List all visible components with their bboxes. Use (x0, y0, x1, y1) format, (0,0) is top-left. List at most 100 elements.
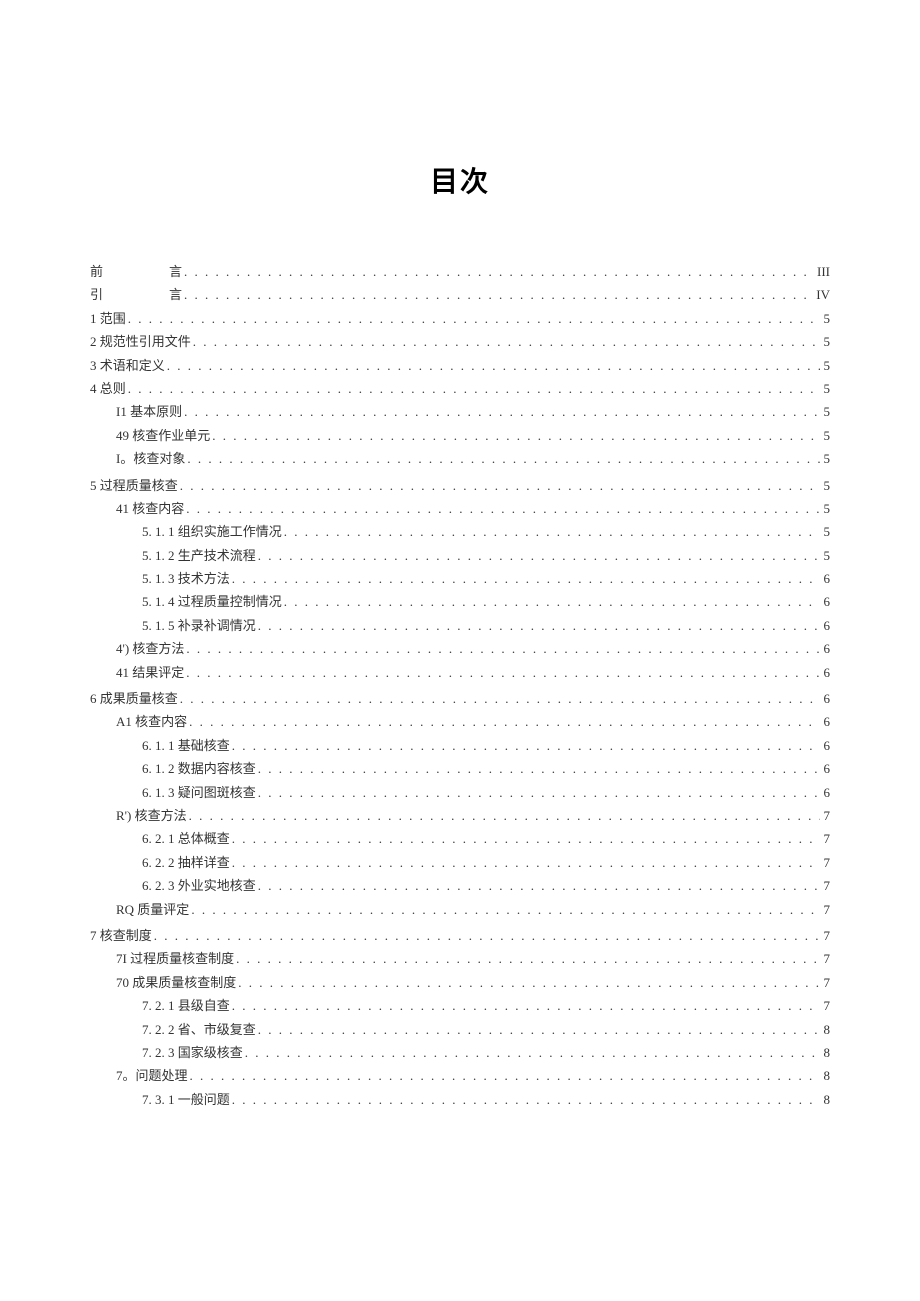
toc-leader (258, 1018, 820, 1041)
toc-label: 5. 1. 2 生产技术流程 (142, 544, 256, 567)
toc-label: 3 术语和定义 (90, 354, 165, 377)
toc-page-number: III (815, 260, 830, 283)
toc-leader (180, 474, 820, 497)
toc-page-number: 7 (822, 874, 831, 897)
toc-entry: 前言III (90, 260, 830, 283)
toc-page-number: 5 (822, 474, 831, 497)
table-of-contents: 前言III引言IV1 范围52 规范性引用文件53 术语和定义54 总则5I1 … (90, 260, 830, 1111)
toc-page-number: 6 (822, 614, 831, 637)
toc-label: 6. 1. 1 基础核查 (142, 734, 230, 757)
toc-leader (186, 637, 819, 660)
toc-leader (245, 1041, 820, 1064)
toc-page-number: 7 (822, 971, 831, 994)
toc-entry: 1 范围5 (90, 307, 830, 330)
toc-leader (167, 354, 820, 377)
toc-entry: I1 基本原则 5 (90, 400, 830, 423)
toc-page-number: 6 (822, 781, 831, 804)
toc-leader (258, 544, 820, 567)
toc-entry: 41 核查内容5 (90, 497, 830, 520)
toc-page-number: 6 (822, 590, 831, 613)
toc-entry: 5. 1. 2 生产技术流程 5 (90, 544, 830, 567)
toc-page-number: 5 (822, 544, 831, 567)
toc-leader (186, 661, 819, 684)
toc-page-number: 6 (822, 710, 831, 733)
toc-entry: 6. 2. 1 总体概查 7 (90, 827, 830, 850)
toc-page-number: 7 (822, 827, 831, 850)
toc-leader (232, 734, 820, 757)
toc-page-number: 6 (822, 637, 831, 660)
toc-leader (184, 400, 819, 423)
toc-label: 41 核查内容 (116, 497, 184, 520)
toc-label: 7. 3. 1 一般问题 (142, 1088, 230, 1111)
toc-leader (189, 710, 819, 733)
toc-entry: RQ 质量评定 7 (90, 898, 830, 921)
toc-label: 6. 2. 2 抽样详查 (142, 851, 230, 874)
toc-entry: R') 核查方法 7 (90, 804, 830, 827)
toc-label: 1 范围 (90, 307, 126, 330)
toc-leader (232, 994, 820, 1017)
toc-entry: 7. 2. 2 省、市级复查 8 (90, 1018, 830, 1041)
toc-leader (232, 851, 820, 874)
toc-entry: 5 过程质量核查 5 (90, 474, 830, 497)
toc-label: 6. 2. 1 总体概查 (142, 827, 230, 850)
toc-label: 7. 2. 3 国家级核查 (142, 1041, 243, 1064)
toc-label: 5. 1. 1 组织实施工作情况 (142, 520, 282, 543)
toc-label: I。核查对象 (116, 447, 185, 470)
toc-label: 7。问题处理 (116, 1064, 188, 1087)
toc-label: R') 核查方法 (116, 804, 187, 827)
toc-page-number: 5 (822, 377, 831, 400)
toc-label: 5. 1. 3 技术方法 (142, 567, 230, 590)
toc-entry: 引言IV (90, 283, 830, 306)
toc-label: 4 总则 (90, 377, 126, 400)
toc-entry: 5. 1. 1 组织实施工作情况5 (90, 520, 830, 543)
toc-entry: 7。问题处理8 (90, 1064, 830, 1087)
toc-page-number: 8 (822, 1088, 831, 1111)
toc-label: 7. 2. 2 省、市级复查 (142, 1018, 256, 1041)
toc-label: I1 基本原则 (116, 400, 182, 423)
toc-page-number: 5 (822, 354, 831, 377)
toc-leader (232, 827, 820, 850)
toc-page-number: 8 (822, 1018, 831, 1041)
toc-page-number: IV (814, 283, 830, 306)
toc-entry: 6. 1. 2 数据内容核查6 (90, 757, 830, 780)
toc-entry: 5. 1. 5 补录补调情况6 (90, 614, 830, 637)
toc-label: 引 (90, 283, 103, 306)
toc-entry: A1 核查内容6 (90, 710, 830, 733)
toc-entry: 5. 1. 3 技术方法6 (90, 567, 830, 590)
toc-leader (232, 567, 820, 590)
toc-entry: 7 核查制度 7 (90, 924, 830, 947)
toc-page-number: 5 (822, 424, 831, 447)
toc-entry: 4') 核查方法6 (90, 637, 830, 660)
toc-page-number: 6 (822, 734, 831, 757)
toc-page-number: 7 (822, 804, 831, 827)
toc-leader (189, 804, 820, 827)
toc-page-number: 5 (822, 400, 831, 423)
toc-leader (190, 1064, 820, 1087)
toc-label: RQ 质量评定 (116, 898, 189, 921)
toc-label: 6. 1. 3 疑问图斑核查 (142, 781, 256, 804)
toc-leader (284, 590, 820, 613)
toc-entry: 70 成果质量核查制度7 (90, 971, 830, 994)
toc-page-number: 7 (822, 898, 831, 921)
toc-leader (154, 924, 820, 947)
toc-label: 2 规范性引用文件 (90, 330, 191, 353)
toc-entry: 6. 2. 2 抽样详查7 (90, 851, 830, 874)
toc-entry: 7. 3. 1 一般问题 8 (90, 1088, 830, 1111)
toc-label-trail: 言 (169, 260, 182, 283)
toc-entry: 6. 1. 1 基础核查 6 (90, 734, 830, 757)
page-title: 目次 (90, 160, 830, 200)
toc-label: 7I 过程质量核查制度 (116, 947, 234, 970)
toc-entry: 6. 1. 3 疑问图斑核查 6 (90, 781, 830, 804)
toc-leader (212, 424, 819, 447)
toc-entry: 3 术语和定义 5 (90, 354, 830, 377)
toc-label: 7 核查制度 (90, 924, 152, 947)
toc-page-number: 7 (822, 924, 831, 947)
toc-leader (128, 307, 820, 330)
toc-leader (186, 497, 819, 520)
toc-entry: 7. 2. 1 县级自查7 (90, 994, 830, 1017)
toc-leader (232, 1088, 820, 1111)
toc-page-number: 5 (822, 447, 831, 470)
toc-entry: 4 总则 5 (90, 377, 830, 400)
toc-label: 5 过程质量核查 (90, 474, 178, 497)
toc-entry: 6 成果质量核查6 (90, 687, 830, 710)
